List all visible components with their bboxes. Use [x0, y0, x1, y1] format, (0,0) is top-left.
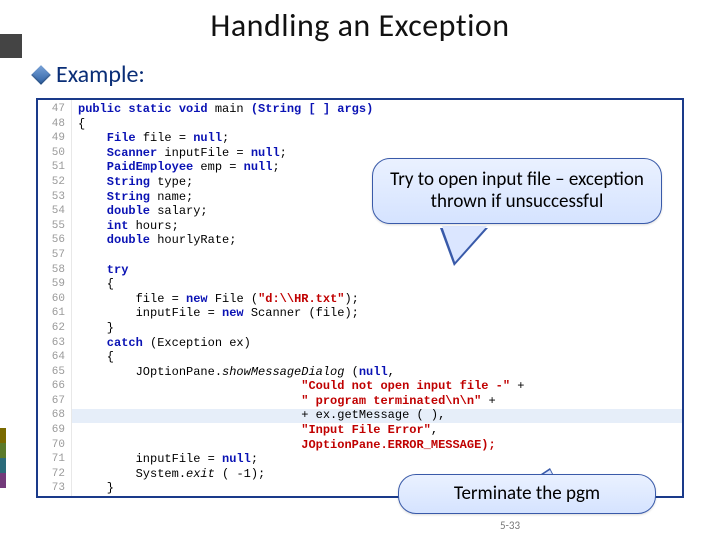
- page-number: 5-33: [0, 519, 720, 532]
- bullet-example: Example:: [34, 60, 145, 89]
- accent-stripes: [0, 428, 6, 488]
- callout-terminate: Terminate the pgm: [398, 474, 656, 514]
- diamond-bullet-icon: [31, 65, 51, 85]
- bullet-text: Example:: [56, 60, 145, 89]
- line-number-gutter: 4748495051525354555657585960616263646566…: [38, 100, 72, 496]
- slide: { "title": "Handling an Exception", "bul…: [0, 0, 720, 540]
- callout-1-tail: [440, 228, 488, 266]
- callout-try-open: Try to open input file – exception throw…: [372, 158, 662, 224]
- slide-title: Handling an Exception: [0, 6, 720, 45]
